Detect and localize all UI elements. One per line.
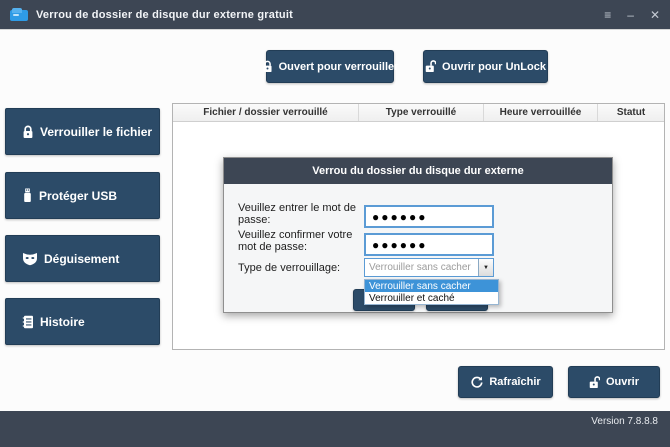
dialog-title: Verrou du dossier du disque dur externe bbox=[224, 158, 612, 184]
column-header-file[interactable]: Fichier / dossier verrouillé bbox=[173, 104, 359, 121]
titlebar: Verrou de dossier de disque dur externe … bbox=[0, 0, 670, 30]
chevron-down-icon[interactable]: ▼ bbox=[478, 259, 493, 276]
sidebar-item-disguise[interactable]: Déguisement bbox=[5, 235, 160, 282]
lock-icon bbox=[22, 125, 34, 139]
lock-open-to-lock-button[interactable]: Ouvert pour verrouiller bbox=[266, 50, 394, 83]
column-header-type[interactable]: Type verrouillé bbox=[359, 104, 484, 121]
menu-icon[interactable]: ≡ bbox=[604, 9, 611, 21]
version-text: Version 7.8.8.8 bbox=[591, 416, 658, 447]
dropdown-option-lock-without-hide[interactable]: Verrouiller sans cacher bbox=[365, 280, 498, 292]
sidebar-item-history[interactable]: Histoire bbox=[5, 298, 160, 345]
column-header-status[interactable]: Statut bbox=[598, 104, 664, 121]
app-logo-icon bbox=[10, 8, 28, 22]
minimize-icon[interactable]: – bbox=[627, 9, 634, 21]
sidebar-item-label: Protéger USB bbox=[39, 189, 117, 203]
close-icon[interactable]: ✕ bbox=[650, 9, 660, 21]
lock-type-selected-value: Verrouiller sans cacher bbox=[365, 262, 478, 273]
lock-open-icon bbox=[425, 60, 436, 73]
refresh-icon bbox=[470, 376, 483, 389]
lock-type-select[interactable]: Verrouiller sans cacher ▼ bbox=[364, 258, 494, 277]
unlock-button-label: Ouvrir pour UnLock bbox=[442, 61, 546, 73]
table-header: Fichier / dossier verrouillé Type verrou… bbox=[173, 104, 664, 122]
lock-type-label: Type de verrouillage: bbox=[238, 262, 360, 274]
status-bar: Version 7.8.8.8 bbox=[0, 411, 670, 447]
password-field[interactable]: ●●●●●● bbox=[364, 205, 494, 228]
open-button-label: Ouvrir bbox=[606, 376, 639, 388]
open-unlock-button[interactable]: Ouvrir bbox=[568, 366, 660, 398]
lock-dialog: Verrou du dossier du disque dur externe … bbox=[223, 157, 613, 313]
refresh-button[interactable]: Rafraîchir bbox=[458, 366, 553, 398]
lock-closed-icon bbox=[262, 60, 273, 73]
refresh-button-label: Rafraîchir bbox=[489, 376, 540, 388]
password-label: Veuillez entrer le mot de passe: bbox=[238, 202, 360, 226]
lock-button-label: Ouvert pour verrouiller bbox=[279, 61, 399, 73]
open-to-unlock-button[interactable]: Ouvrir pour UnLock bbox=[423, 50, 548, 83]
sidebar-item-label: Histoire bbox=[40, 315, 85, 329]
window-title: Verrou de dossier de disque dur externe … bbox=[36, 9, 293, 21]
sidebar-item-label: Déguisement bbox=[44, 252, 119, 266]
dropdown-option-lock-and-hide[interactable]: Verrouiller et caché bbox=[365, 292, 498, 304]
confirm-password-label: Veuillez confirmer votre mot de passe: bbox=[238, 229, 360, 253]
sidebar-item-lock-file[interactable]: Verrouiller le fichier bbox=[5, 108, 160, 155]
lock-open-icon bbox=[589, 376, 600, 389]
usb-icon bbox=[22, 188, 33, 203]
column-header-time[interactable]: Heure verrouillée bbox=[484, 104, 598, 121]
sidebar-item-protect-usb[interactable]: Protéger USB bbox=[5, 172, 160, 219]
lock-type-dropdown: Verrouiller sans cacher Verrouiller et c… bbox=[364, 279, 499, 305]
history-icon bbox=[22, 315, 34, 329]
mask-icon bbox=[22, 252, 38, 266]
sidebar-item-label: Verrouiller le fichier bbox=[40, 125, 152, 139]
confirm-password-field[interactable]: ●●●●●● bbox=[364, 233, 494, 256]
app-window: Verrou de dossier de disque dur externe … bbox=[0, 0, 670, 447]
